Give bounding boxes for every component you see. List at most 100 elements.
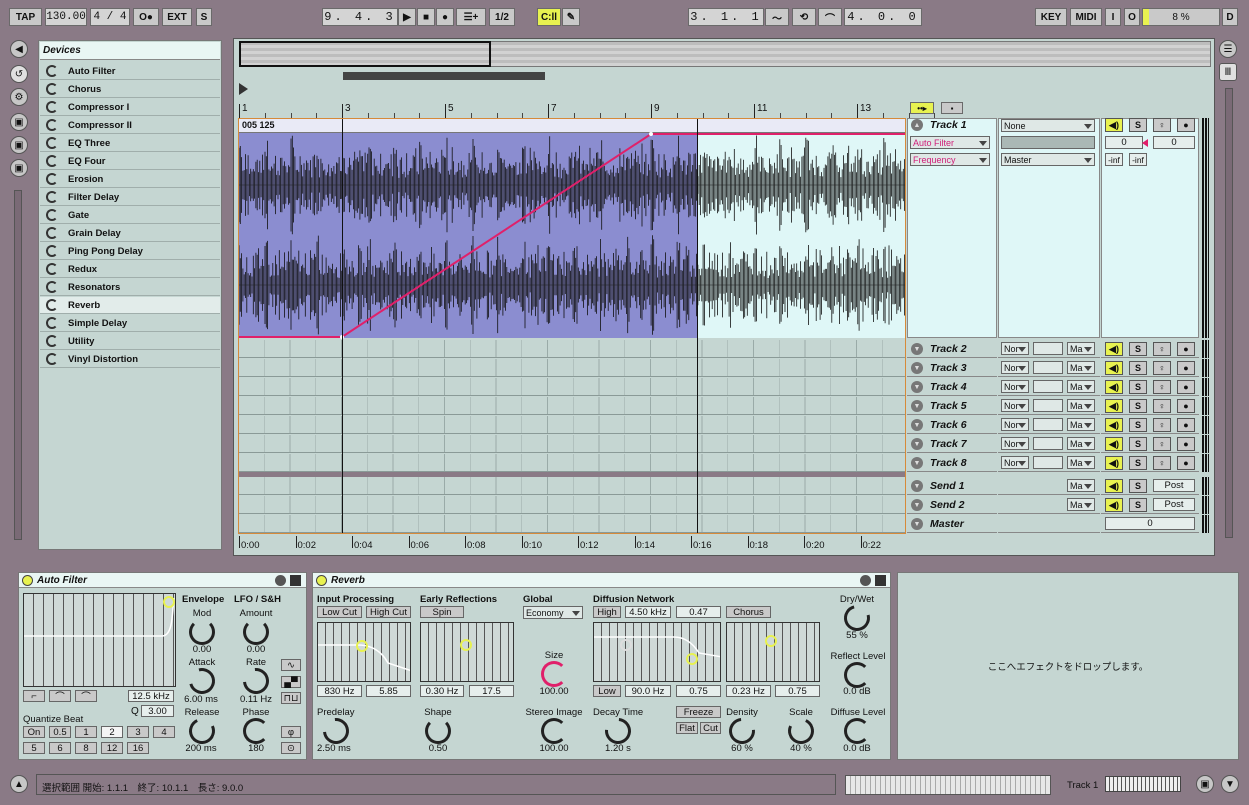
- track-solo[interactable]: S: [1129, 437, 1147, 451]
- track-activator[interactable]: ◀): [1105, 380, 1123, 394]
- track1-fold-icon[interactable]: ▲: [911, 119, 923, 131]
- device-item[interactable]: Reverb: [40, 297, 220, 314]
- track-lane[interactable]: [239, 378, 905, 396]
- key-map-button[interactable]: KEY: [1035, 8, 1067, 26]
- track1-activator[interactable]: ◀): [1105, 118, 1123, 132]
- device-item[interactable]: Erosion: [40, 171, 220, 188]
- track-solo[interactable]: S: [1129, 380, 1147, 394]
- mod-knob[interactable]: [189, 619, 215, 645]
- signature-field[interactable]: 4 / 4: [90, 8, 130, 26]
- track-arm[interactable]: ●: [1177, 380, 1195, 394]
- quantize-beat-button[interactable]: 1: [75, 726, 97, 738]
- high-freq-field[interactable]: 4.50 kHz: [625, 606, 671, 618]
- spin-amount-field[interactable]: 17.5: [469, 685, 514, 697]
- spin-button[interactable]: Spin: [420, 606, 464, 618]
- track-output-select[interactable]: Ma: [1067, 380, 1095, 393]
- track-solo[interactable]: S: [1129, 418, 1147, 432]
- punch-in-button[interactable]: 〜: [765, 8, 789, 26]
- track-input-select[interactable]: Nor: [1001, 399, 1029, 412]
- track-output-select[interactable]: Ma: [1067, 456, 1095, 469]
- q-field[interactable]: 3.00: [141, 705, 174, 717]
- track1-input-select[interactable]: None: [1001, 119, 1095, 132]
- track1-input-channel[interactable]: [1001, 136, 1095, 149]
- track1-name[interactable]: Track 1: [930, 119, 967, 131]
- quantize-beat-button[interactable]: 0.5: [49, 726, 71, 738]
- input-bw-field[interactable]: 5.85: [366, 685, 411, 697]
- track-lane[interactable]: [239, 496, 905, 514]
- reverb-menu-icon[interactable]: [860, 575, 871, 586]
- input-freq-field[interactable]: 830 Hz: [317, 685, 362, 697]
- show-arrangement-icon[interactable]: Ⅲ: [1219, 63, 1237, 81]
- track-input-select[interactable]: Nor: [1001, 456, 1029, 469]
- device-browser-icon[interactable]: ↺: [10, 65, 28, 83]
- fold-icon[interactable]: ▼: [911, 400, 923, 412]
- size-knob[interactable]: [541, 661, 567, 687]
- track-arm[interactable]: ●: [1177, 342, 1195, 356]
- collapse-down-icon[interactable]: ▼: [1221, 775, 1239, 793]
- track-lane[interactable]: [239, 359, 905, 377]
- track-activator[interactable]: ◀): [1105, 361, 1123, 375]
- quality-select[interactable]: Economy: [523, 606, 583, 619]
- track-lane[interactable]: [239, 340, 905, 358]
- stop-button[interactable]: ■: [417, 8, 435, 26]
- track-input-select[interactable]: Nor: [1001, 437, 1029, 450]
- track1-monitor[interactable]: ♀: [1153, 118, 1171, 132]
- track-lane[interactable]: [239, 454, 905, 472]
- track-input-select[interactable]: Nor: [1001, 342, 1029, 355]
- track-activator[interactable]: ◀): [1105, 437, 1123, 451]
- track-activator[interactable]: ◀): [1105, 342, 1123, 356]
- track-solo[interactable]: S: [1129, 342, 1147, 356]
- track-activator[interactable]: ◀): [1105, 456, 1123, 470]
- fold-icon[interactable]: ▼: [911, 499, 923, 511]
- quantize-beat-button[interactable]: 16: [127, 742, 149, 754]
- beat-ruler[interactable]: 1 3 5 7 9 11 13: [239, 100, 936, 118]
- chorus-button[interactable]: Chorus: [726, 606, 771, 618]
- device-item[interactable]: Simple Delay: [40, 315, 220, 332]
- autofilter-menu-icon[interactable]: [275, 575, 286, 586]
- device-item[interactable]: Redux: [40, 261, 220, 278]
- input-filter-display[interactable]: [317, 622, 411, 682]
- tap-button[interactable]: TAP: [9, 8, 42, 26]
- low-freq-field[interactable]: 90.0 Hz: [625, 685, 671, 697]
- spin-freq-field[interactable]: 0.30 Hz: [420, 685, 464, 697]
- midi-map-button[interactable]: MIDI: [1070, 8, 1102, 26]
- track-header[interactable]: ▼ Send 2: [907, 496, 997, 514]
- shape-knob[interactable]: [425, 718, 451, 744]
- freq-field[interactable]: 12.5 kHz: [128, 690, 174, 702]
- bandpass-button[interactable]: ⌒: [49, 690, 71, 703]
- device-item[interactable]: Filter Delay: [40, 189, 220, 206]
- song-position[interactable]: 9. 4. 3: [322, 8, 398, 26]
- follow-button[interactable]: C:ll: [537, 8, 561, 26]
- track1-arm[interactable]: ●: [1177, 118, 1195, 132]
- track-monitor[interactable]: ♀: [1153, 456, 1171, 470]
- track-header[interactable]: ▼ Send 1: [907, 477, 997, 495]
- send-post-button[interactable]: Post: [1153, 479, 1195, 492]
- send-output-select[interactable]: Ma: [1067, 498, 1095, 511]
- automation-param-select[interactable]: Frequency: [910, 153, 990, 166]
- diffusion-display[interactable]: [593, 622, 721, 682]
- reflect-knob[interactable]: [844, 662, 870, 688]
- draw-envelope-button[interactable]: ••▸: [910, 102, 934, 114]
- master-volume[interactable]: 0: [1105, 517, 1195, 530]
- stereo-knob[interactable]: [541, 718, 567, 744]
- track-monitor[interactable]: ♀: [1153, 437, 1171, 451]
- track-lane[interactable]: [239, 435, 905, 453]
- loop-length-field[interactable]: 4. 0. 0: [844, 8, 922, 26]
- high-shelf-button[interactable]: High: [593, 606, 621, 618]
- track-header[interactable]: ▼ Track 8: [907, 454, 997, 472]
- device-item[interactable]: Ping Pong Delay: [40, 243, 220, 260]
- track-solo[interactable]: S: [1129, 361, 1147, 375]
- quantize-beat-button[interactable]: 2: [101, 726, 123, 738]
- freeze-button[interactable]: Freeze: [676, 706, 721, 718]
- sync-s-button[interactable]: S: [196, 8, 212, 26]
- track-arm[interactable]: ●: [1177, 437, 1195, 451]
- device-item[interactable]: Resonators: [40, 279, 220, 296]
- automation-envelope[interactable]: [239, 118, 905, 343]
- track-output-select[interactable]: Ma: [1067, 342, 1095, 355]
- automation-device-select[interactable]: Auto Filter: [910, 136, 990, 149]
- track-output-select[interactable]: Ma: [1067, 399, 1095, 412]
- track-activator[interactable]: ◀): [1105, 418, 1123, 432]
- device-item[interactable]: Gate: [40, 207, 220, 224]
- phase-mode-button[interactable]: φ: [281, 726, 301, 738]
- track-input-channel[interactable]: [1033, 437, 1063, 450]
